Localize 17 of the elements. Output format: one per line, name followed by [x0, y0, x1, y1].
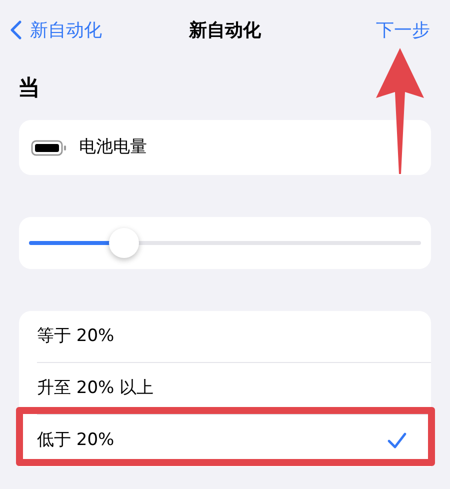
slider[interactable] — [29, 228, 421, 258]
option-row[interactable]: 低于 20% — [19, 415, 431, 467]
section-heading: 当 — [18, 78, 41, 100]
option-row[interactable]: 升至 20% 以上 — [19, 363, 431, 415]
option-row[interactable]: 等于 20% — [19, 311, 431, 363]
option-label: 低于 20% — [37, 429, 114, 452]
slider-thumb[interactable] — [108, 228, 139, 258]
checkmark-icon — [387, 432, 407, 450]
trigger-row[interactable]: 电池电量 — [19, 120, 431, 175]
option-label: 升至 20% 以上 — [37, 377, 154, 400]
page-title: 新自动化 — [189, 18, 261, 42]
battery-icon — [31, 140, 67, 156]
trigger-label: 电池电量 — [79, 136, 147, 159]
back-chevron-icon — [10, 20, 22, 40]
next-button[interactable]: 下一步 — [376, 16, 430, 44]
back-button[interactable]: 新自动化 — [10, 16, 102, 44]
option-label: 等于 20% — [37, 325, 114, 348]
